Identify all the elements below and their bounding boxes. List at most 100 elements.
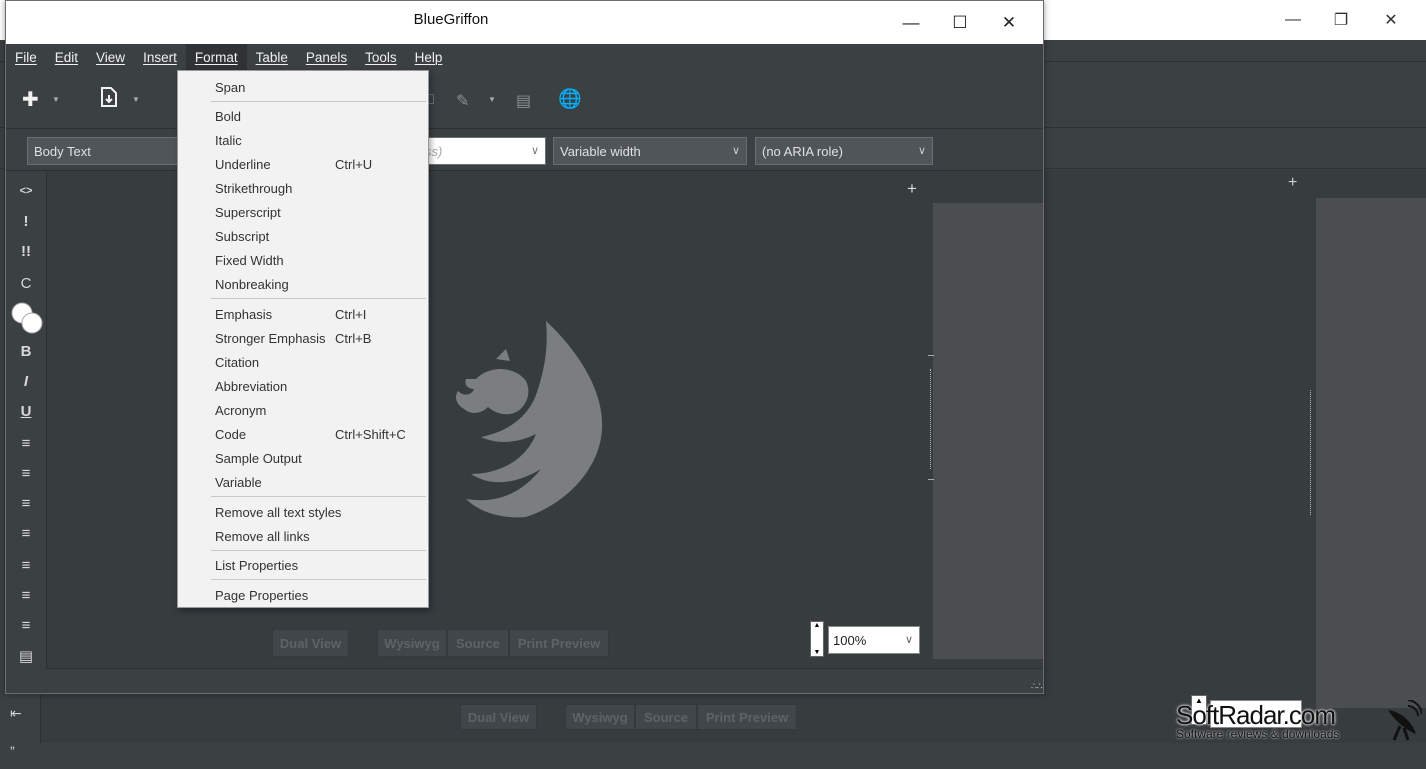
background-more-icon[interactable]: „	[10, 735, 15, 751]
resize-grip-icon[interactable]: ∴∴	[1031, 681, 1042, 692]
format-menu-item-acronym[interactable]: Acronym	[178, 398, 428, 422]
outdent-icon[interactable]: ≡	[6, 495, 46, 512]
menu-view[interactable]: View	[87, 44, 134, 71]
background-print-preview-button[interactable]: Print Preview	[697, 704, 797, 730]
strong-icon[interactable]: !	[6, 213, 46, 230]
zoom-spinner[interactable]: ▲ ▼	[810, 621, 824, 657]
background-wysiwyg-button[interactable]: Wysiwyg	[565, 704, 635, 730]
width-chevron-down-icon: ∨	[731, 145, 740, 157]
close-icon[interactable]: ✕	[984, 1, 1034, 44]
background-minimize-icon[interactable]: —	[1268, 0, 1318, 40]
right-panel	[933, 203, 1043, 659]
format-menu-item-remove-links[interactable]: Remove all links	[178, 524, 428, 548]
format-menu-item-emphasis[interactable]: Emphasis Ctrl+I	[178, 302, 428, 326]
format-menu-item-subscript[interactable]: Subscript	[178, 224, 428, 248]
panel-splitter[interactable]	[930, 369, 932, 469]
globe-icon[interactable]: 🌐	[558, 87, 582, 111]
italic-icon[interactable]: I	[6, 373, 46, 390]
new-plus-icon[interactable]: ✚	[22, 87, 39, 112]
class-select[interactable]: ss) ∨	[416, 137, 546, 165]
background-outdent-icon[interactable]: ⇤	[10, 705, 22, 722]
class-chevron-down-icon: ∨	[530, 145, 539, 157]
open-file-icon[interactable]	[100, 87, 118, 113]
add-panel-plus-icon[interactable]: +	[907, 179, 917, 199]
aria-role-select[interactable]: (no ARIA role) ∨	[755, 137, 933, 165]
publish-icon[interactable]: ✎	[456, 91, 469, 111]
menu-item-label: Strikethrough	[215, 181, 293, 196]
menu-edit[interactable]: Edit	[46, 44, 87, 71]
format-menu-item-list-properties[interactable]: List Properties	[178, 553, 428, 577]
paragraph-style-select[interactable]: Body Text	[27, 137, 187, 165]
source-button[interactable]: Source	[447, 629, 509, 657]
format-menu-item-bold[interactable]: Bold	[178, 104, 428, 128]
bold-icon[interactable]: B	[6, 343, 46, 360]
zoom-down-icon[interactable]: ▼	[814, 649, 821, 656]
format-menu-item-italic[interactable]: Italic	[178, 128, 428, 152]
aria-chevron-down-icon: ∨	[917, 145, 926, 157]
menu-help[interactable]: Help	[406, 44, 452, 71]
aria-role-value: (no ARIA role)	[762, 144, 843, 159]
menu-tools[interactable]: Tools	[356, 44, 406, 71]
minimize-icon[interactable]: —	[886, 1, 936, 44]
menu-insert[interactable]: Insert	[134, 44, 186, 71]
format-menu-item-page-properties[interactable]: Page Properties	[178, 583, 428, 607]
code-tag-icon[interactable]: <>	[6, 185, 46, 197]
numbered-list-icon[interactable]: ≡	[6, 465, 46, 482]
maximize-icon[interactable]: ☐	[935, 1, 985, 44]
background-dual-view-button[interactable]: Dual View	[460, 704, 537, 730]
publish-dropdown-icon[interactable]: ▼	[488, 95, 496, 104]
menu-file[interactable]: File	[6, 44, 46, 71]
zoom-select[interactable]: 100% ∨	[828, 626, 920, 654]
dual-view-button[interactable]: Dual View	[272, 629, 349, 657]
format-menu-item-strikethrough[interactable]: Strikethrough	[178, 176, 428, 200]
menu-separator	[211, 579, 426, 580]
format-menu-item-citation[interactable]: Citation	[178, 350, 428, 374]
document-icon[interactable]: ▤	[516, 91, 531, 111]
format-menu-item-span[interactable]: Span	[178, 75, 428, 99]
window-title: BlueGriffon	[413, 11, 489, 28]
zoom-up-icon[interactable]: ▲	[814, 622, 821, 629]
format-menu-item-stronger-emphasis[interactable]: Stronger Emphasis Ctrl+B	[178, 326, 428, 350]
align-left-icon[interactable]: ≡	[6, 557, 46, 574]
emphasis-icon[interactable]: !!	[6, 243, 46, 260]
menu-separator	[211, 298, 426, 299]
zoom-value: 100%	[833, 633, 867, 648]
indent-icon[interactable]: ≡	[6, 525, 46, 542]
width-mode-value: Variable width	[560, 144, 641, 159]
menu-panels[interactable]: Panels	[297, 44, 356, 71]
justify-icon[interactable]: ▤	[6, 647, 46, 665]
format-menu-item-variable[interactable]: Variable	[178, 470, 428, 494]
background-restore-icon[interactable]: ❐	[1316, 0, 1366, 40]
format-menu-item-fixed-width[interactable]: Fixed Width	[178, 248, 428, 272]
menu-separator	[211, 101, 426, 102]
wysiwyg-button[interactable]: Wysiwyg	[377, 629, 447, 657]
new-dropdown-icon[interactable]: ▼	[52, 95, 60, 104]
underline-icon[interactable]: U	[6, 403, 46, 420]
format-menu-item-sample-output[interactable]: Sample Output	[178, 446, 428, 470]
menu-separator	[211, 496, 426, 497]
width-mode-select[interactable]: Variable width ∨	[553, 137, 747, 165]
open-dropdown-icon[interactable]: ▼	[132, 95, 140, 104]
format-menu-item-superscript[interactable]: Superscript	[178, 200, 428, 224]
background-source-button[interactable]: Source	[635, 704, 697, 730]
format-menu-item-abbreviation[interactable]: Abbreviation	[178, 374, 428, 398]
format-menu-item-underline[interactable]: Underline Ctrl+U	[178, 152, 428, 176]
menu-table[interactable]: Table	[247, 44, 297, 71]
print-preview-button[interactable]: Print Preview	[509, 629, 609, 657]
color-picker-icon[interactable]	[10, 301, 43, 334]
format-menu-item-remove-text-styles[interactable]: Remove all text styles	[178, 500, 428, 524]
background-close-icon[interactable]: ✕	[1366, 0, 1416, 40]
menu-separator	[211, 550, 426, 551]
align-right-icon[interactable]: ≡	[6, 617, 46, 634]
citation-icon[interactable]: C	[6, 275, 46, 292]
menu-item-label: Sample Output	[215, 451, 302, 466]
format-menu-item-code[interactable]: Code Ctrl+Shift+C	[178, 422, 428, 446]
menu-item-label: Fixed Width	[215, 253, 284, 268]
align-center-icon[interactable]: ≡	[6, 587, 46, 604]
format-menu-item-nonbreaking[interactable]: Nonbreaking	[178, 272, 428, 296]
menu-item-label: Abbreviation	[215, 379, 288, 394]
bullet-list-icon[interactable]: ≡	[6, 435, 46, 452]
background-plus-icon[interactable]: +	[1288, 174, 1297, 192]
menu-format[interactable]: Format	[185, 44, 247, 71]
format-bar: Body Text ss) ∨ Variable width ∨ (no ARI…	[6, 129, 1043, 171]
